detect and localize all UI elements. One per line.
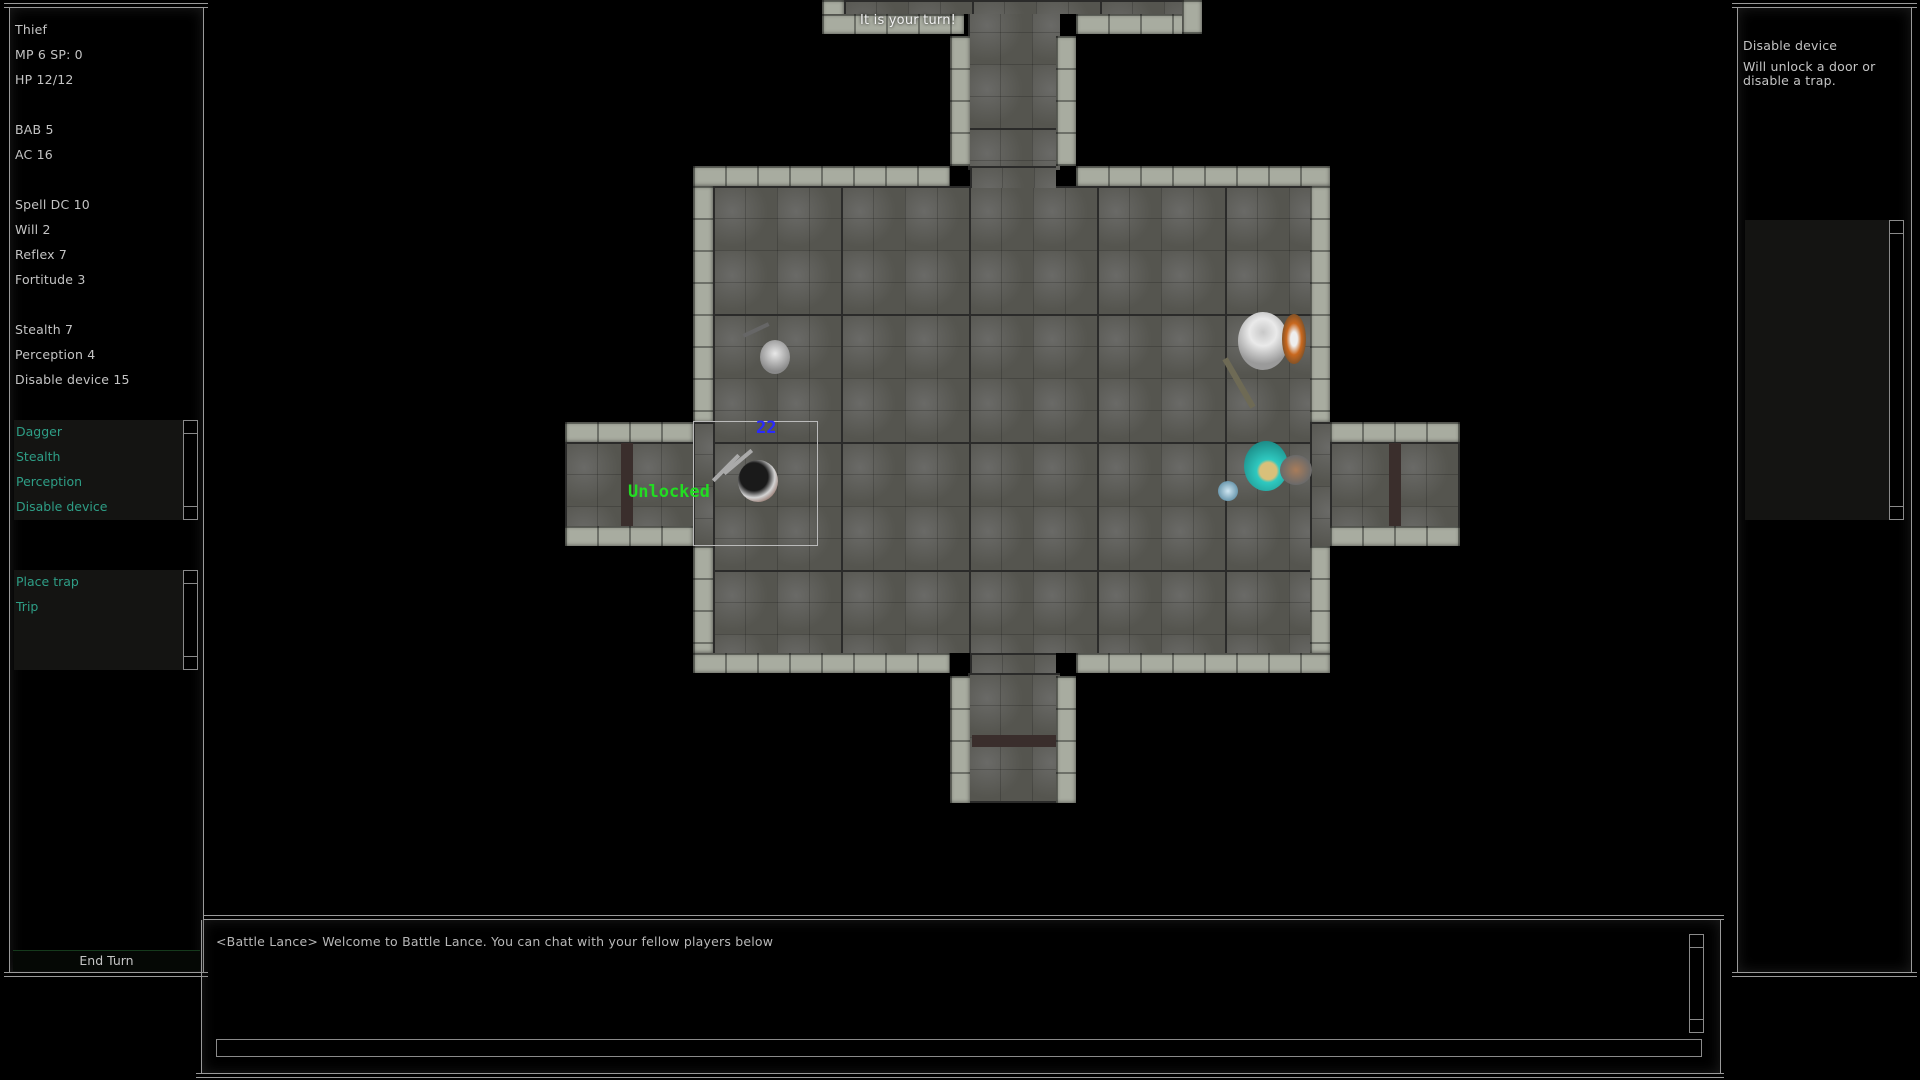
scroll-up-button[interactable] xyxy=(184,571,197,584)
corridor-north[interactable] xyxy=(968,0,1060,170)
panel-bottom-border xyxy=(4,972,208,977)
turn-banner: It is your turn! xyxy=(860,13,957,28)
stat-line: MP 6 SP: 0 xyxy=(15,47,83,62)
wall xyxy=(1056,36,1076,166)
wall xyxy=(1076,653,1330,673)
mace-icon xyxy=(1218,481,1238,501)
end-turn-button[interactable]: End Turn xyxy=(13,950,200,971)
chat-message: <Battle Lance> Welcome to Battle Lance. … xyxy=(216,934,774,949)
panel-bottom-border xyxy=(1732,972,1917,977)
floor xyxy=(844,0,1182,14)
wall xyxy=(693,653,950,673)
skills-scrollbar[interactable] xyxy=(183,420,198,520)
hooded-mage-enemy[interactable] xyxy=(1218,435,1318,535)
chat-input[interactable] xyxy=(216,1039,1702,1057)
door[interactable] xyxy=(972,735,1056,747)
scroll-up-button[interactable] xyxy=(184,421,197,434)
stat-line: HP 12/12 xyxy=(15,72,74,87)
room-floor[interactable] xyxy=(713,186,1310,653)
shield-icon xyxy=(1280,455,1312,485)
wall xyxy=(1330,422,1460,442)
scroll-down-button[interactable] xyxy=(1890,506,1903,519)
stat-line: Stealth 7 xyxy=(15,322,74,337)
info-description: Will unlock a door or disable a trap. xyxy=(1743,59,1876,88)
info-list[interactable] xyxy=(1745,220,1904,520)
wall xyxy=(693,186,713,422)
scroll-down-button[interactable] xyxy=(184,506,197,519)
skill-perception[interactable]: Perception xyxy=(16,474,82,489)
dungeon-map[interactable]: 22 Unlocked It is your turn! xyxy=(0,0,1920,900)
wall xyxy=(693,166,950,186)
stat-line: BAB 5 xyxy=(15,122,54,137)
dwarf-warrior-enemy[interactable] xyxy=(1218,300,1318,410)
end-turn-label: End Turn xyxy=(79,953,134,968)
skeleton-icon xyxy=(760,340,790,374)
wall xyxy=(1330,526,1460,546)
action-trip[interactable]: Trip xyxy=(16,599,38,614)
stat-line: Fortitude 3 xyxy=(15,272,86,287)
action-place-trap[interactable]: Place trap xyxy=(16,574,79,589)
scroll-up-button[interactable] xyxy=(1690,935,1703,948)
skills-list[interactable]: Dagger Stealth Perception Disable device xyxy=(14,420,198,520)
stat-line: Reflex 7 xyxy=(15,247,68,262)
info-scrollbar[interactable] xyxy=(1889,220,1904,520)
info-title: Disable device xyxy=(1743,38,1838,53)
floor xyxy=(970,653,1056,675)
skeleton-enemy[interactable] xyxy=(730,320,800,390)
skill-stealth[interactable]: Stealth xyxy=(16,449,60,464)
wall xyxy=(565,422,693,442)
scroll-up-button[interactable] xyxy=(1890,221,1903,234)
stat-line: Perception 4 xyxy=(15,347,96,362)
actions-scrollbar[interactable] xyxy=(183,570,198,670)
stat-line: Spell DC 10 xyxy=(15,197,90,212)
actions-list[interactable]: Place trap Trip xyxy=(14,570,198,670)
wall xyxy=(1076,166,1330,186)
wall xyxy=(565,526,693,546)
scroll-down-button[interactable] xyxy=(184,656,197,669)
skill-dagger[interactable]: Dagger xyxy=(16,424,62,439)
stat-line: Thief xyxy=(15,22,48,37)
thief-icon xyxy=(738,460,778,502)
chat-scrollbar[interactable] xyxy=(1689,934,1704,1033)
wall xyxy=(950,676,970,803)
wall xyxy=(950,36,970,166)
door[interactable] xyxy=(1389,443,1401,526)
wall xyxy=(1310,546,1330,653)
wall xyxy=(693,546,713,653)
dwarf-icon xyxy=(1238,312,1288,370)
stat-line: AC 16 xyxy=(15,147,53,162)
wall xyxy=(1056,676,1076,803)
thief-player[interactable] xyxy=(700,440,820,540)
scroll-down-button[interactable] xyxy=(1690,1019,1703,1032)
skill-disable-device[interactable]: Disable device xyxy=(16,499,107,514)
shield-icon xyxy=(1282,314,1306,364)
wall xyxy=(1182,0,1202,34)
damage-popup: 22 xyxy=(756,418,777,438)
flail-icon xyxy=(742,322,770,338)
stat-line: Will 2 xyxy=(15,222,51,237)
floor xyxy=(970,166,1056,188)
stat-line: Disable device 15 xyxy=(15,372,130,387)
status-popup: Unlocked xyxy=(628,482,710,502)
chat-bottom-border xyxy=(196,1073,1724,1078)
